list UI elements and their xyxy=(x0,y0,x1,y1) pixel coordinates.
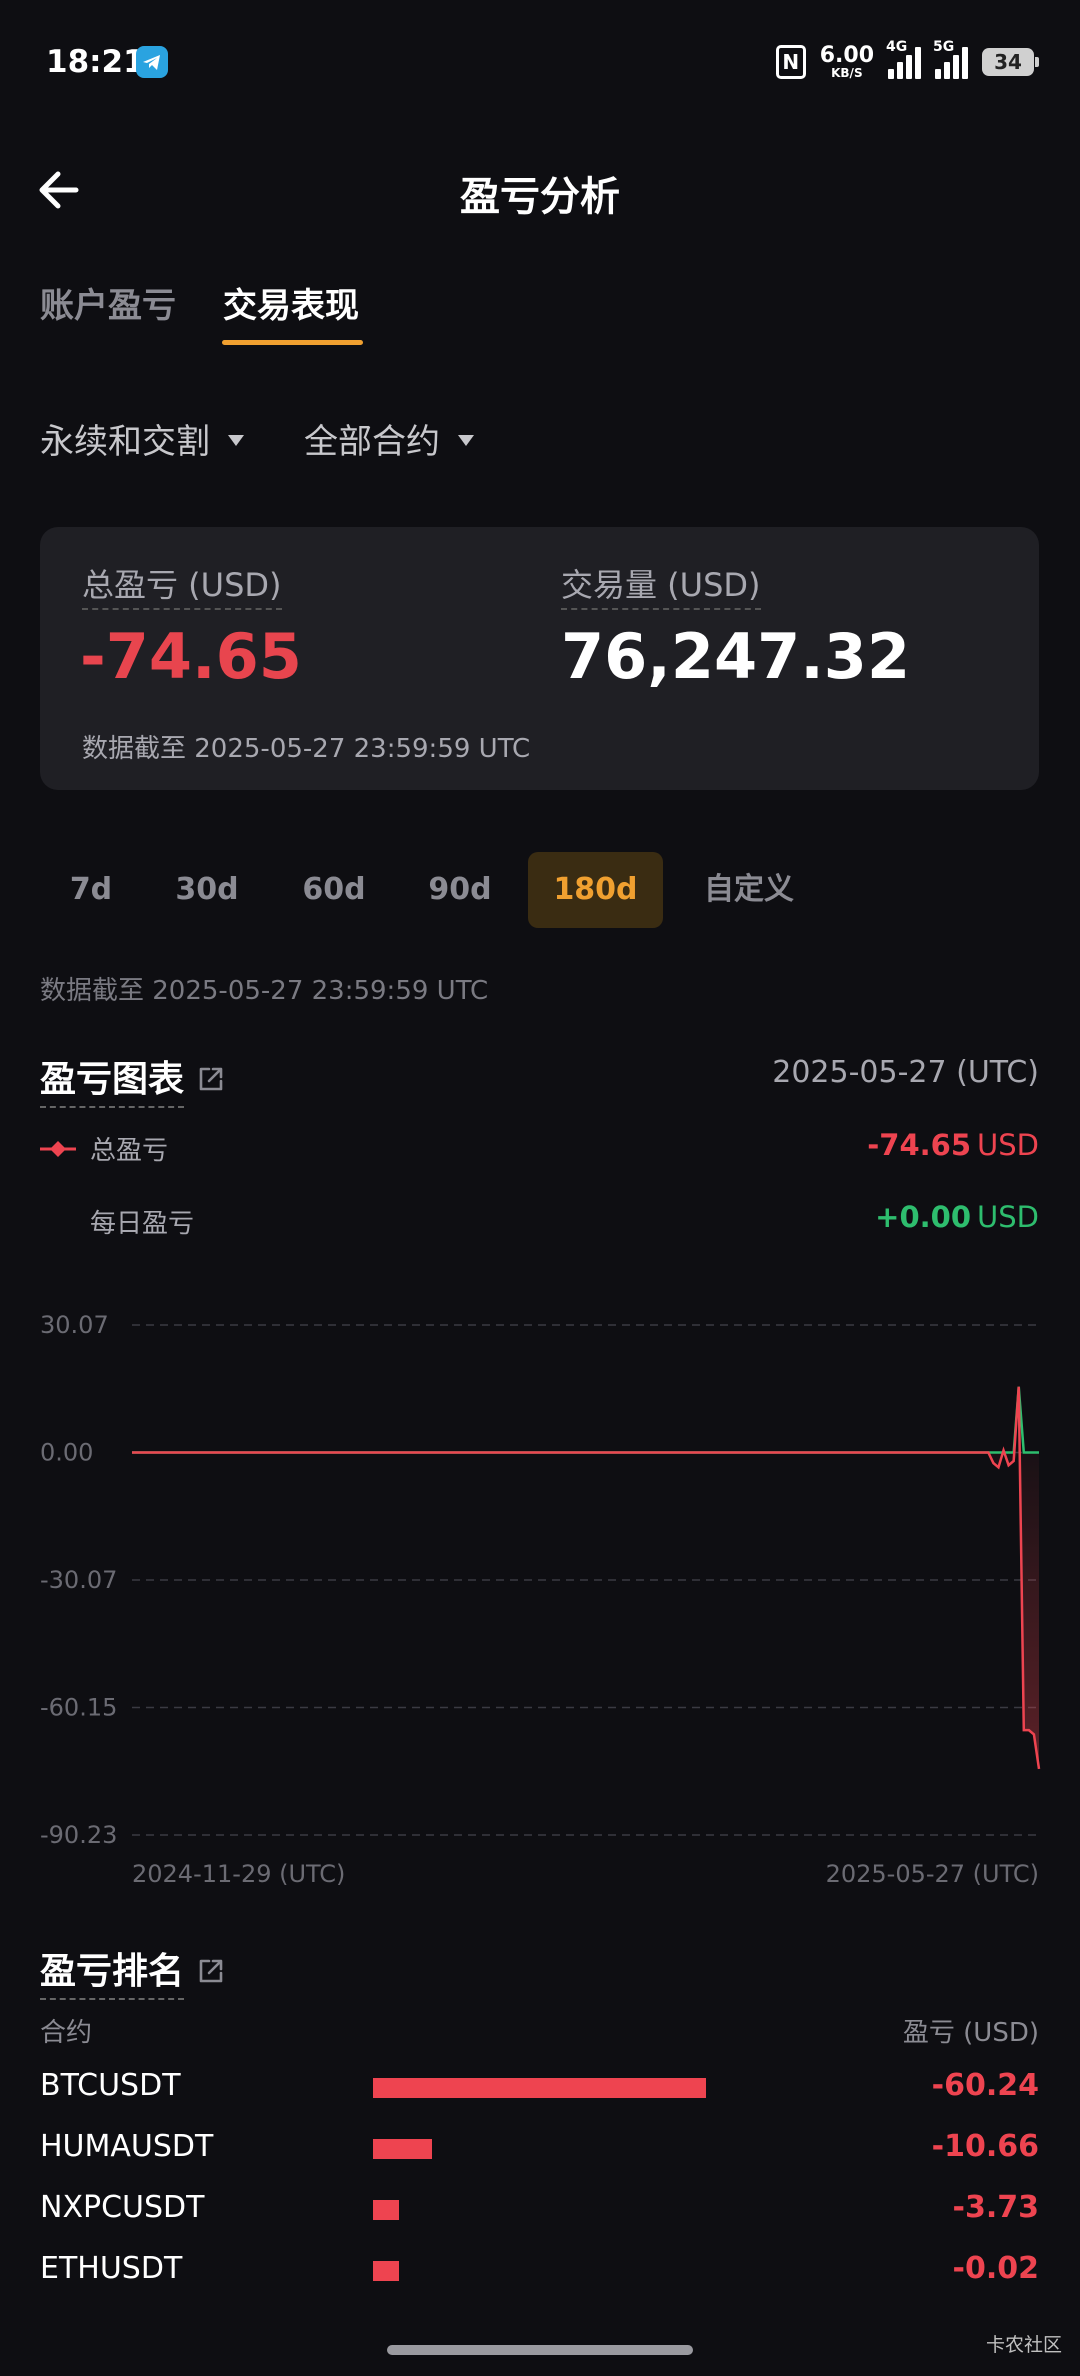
ranking-row-contract[interactable]: ETHUSDT xyxy=(40,2251,182,2286)
tab-trading-performance[interactable]: 交易表现 xyxy=(223,278,359,327)
y-tick-label: -90.23 xyxy=(40,1821,117,1849)
network-speed: 6.00 KB/S xyxy=(819,43,874,80)
ranking-row-contract[interactable]: NXPCUSDT xyxy=(40,2190,204,2225)
x-axis-end-label: 2025-05-27 (UTC) xyxy=(826,1860,1039,1888)
legend-total-pnl: 总盈亏 xyxy=(40,1130,168,1167)
signal-4g-label: 4G xyxy=(886,39,908,55)
legend-daily-pnl-unit: USD xyxy=(977,1200,1039,1234)
filter-product-type-label: 永续和交割 xyxy=(40,422,210,462)
ranking-row-bar xyxy=(373,2261,399,2281)
tab-account-pnl[interactable]: 账户盈亏 xyxy=(40,278,176,327)
ranking-row-value: -0.02 xyxy=(952,2251,1039,2286)
y-tick-label: 30.07 xyxy=(40,1311,109,1339)
telegram-icon xyxy=(136,46,168,78)
period-30d[interactable]: 30d xyxy=(162,852,252,928)
network-speed-value: 6.00 xyxy=(819,43,874,68)
legend-total-pnl-value: -74.65 USD xyxy=(867,1128,1039,1162)
caret-down-icon xyxy=(458,435,474,446)
legend-total-pnl-number: -74.65 xyxy=(867,1128,972,1162)
filter-product-type[interactable]: 永续和交割 xyxy=(40,414,244,463)
external-link-icon[interactable] xyxy=(196,1064,226,1094)
total-pnl-area xyxy=(132,1452,1039,1769)
period-90d[interactable]: 90d xyxy=(414,852,506,928)
ranking-title[interactable]: 盈亏排名 xyxy=(40,1942,185,2000)
y-tick-label: 0.00 xyxy=(40,1438,93,1466)
ranking-row-value: -60.24 xyxy=(931,2068,1039,2103)
legend-daily-pnl-number: +0.00 xyxy=(875,1200,972,1234)
battery-icon: 34 xyxy=(982,48,1039,76)
external-link-icon[interactable] xyxy=(196,1956,226,1986)
y-tick-label: -60.15 xyxy=(40,1693,117,1721)
ranking-row-bar xyxy=(373,2078,706,2098)
network-speed-unit: KB/S xyxy=(831,66,863,80)
filter-contract[interactable]: 全部合约 xyxy=(304,414,474,463)
legend-total-pnl-label: 总盈亏 xyxy=(90,1136,169,1166)
chart-date: 2025-05-27 (UTC) xyxy=(772,1055,1039,1090)
legend-daily-pnl-value: +0.00 USD xyxy=(875,1200,1039,1234)
pnl-chart-title[interactable]: 盈亏图表 xyxy=(40,1050,185,1108)
status-time: 18:21 xyxy=(46,44,145,80)
period-60d[interactable]: 60d xyxy=(288,852,380,928)
ranking-row-bar xyxy=(373,2200,399,2220)
ranking-row-value: -10.66 xyxy=(931,2129,1039,2164)
signal-5g-label: 5G xyxy=(933,39,955,55)
ranking-row-contract[interactable]: BTCUSDT xyxy=(40,2068,181,2103)
watermark: 卡农社区 xyxy=(985,2334,1062,2356)
tab-active-indicator xyxy=(222,340,363,345)
period-custom[interactable]: 自定义 xyxy=(690,852,808,928)
home-indicator[interactable] xyxy=(387,2345,693,2355)
ranking-row-value: -3.73 xyxy=(952,2190,1039,2225)
total-pnl-label[interactable]: 总盈亏 (USD) xyxy=(82,560,282,610)
period-data-note: 数据截至 2025-05-27 23:59:59 UTC xyxy=(40,976,489,1006)
pnl-chart-header: 盈亏图表 xyxy=(40,1050,226,1108)
x-axis-start-label: 2024-11-29 (UTC) xyxy=(132,1860,345,1888)
ranking-header: 盈亏排名 xyxy=(40,1942,226,2000)
pnl-line-chart[interactable]: 30.07 0.00 -30.07 -60.15 -90.23 2024-11-29 (… xyxy=(0,1300,1080,1900)
total-pnl-value: -74.65 xyxy=(80,620,302,693)
summary-data-note: 数据截至 2025-05-27 23:59:59 UTC xyxy=(82,734,531,764)
volume-label[interactable]: 交易量 (USD) xyxy=(561,560,761,610)
status-icons: N 6.00 KB/S 4G 5G 34 xyxy=(775,39,1039,84)
volume-value: 76,247.32 xyxy=(561,620,911,693)
daily-pnl-line xyxy=(132,1386,1039,1454)
period-7d[interactable]: 7d xyxy=(51,852,131,928)
period-180d[interactable]: 180d xyxy=(528,852,663,928)
signal-icon: 5G xyxy=(933,39,968,79)
diamond-line-icon xyxy=(40,1140,76,1157)
signal-icon: 4G xyxy=(886,39,921,79)
nfc-icon: N xyxy=(775,45,806,79)
ranking-col-pnl: 盈亏 (USD) xyxy=(902,2018,1039,2048)
legend-total-pnl-unit: USD xyxy=(977,1128,1039,1162)
ranking-row-bar xyxy=(373,2139,432,2159)
legend-daily-pnl-label: 每日盈亏 xyxy=(90,1209,195,1239)
filter-contract-label: 全部合约 xyxy=(304,422,440,462)
caret-down-icon xyxy=(228,435,244,446)
ranking-row-contract[interactable]: HUMAUSDT xyxy=(40,2129,213,2164)
ranking-col-contract: 合约 xyxy=(40,2018,93,2048)
total-pnl-line xyxy=(132,1386,1041,1770)
page-title: 盈亏分析 xyxy=(460,174,620,220)
y-tick-label: -30.07 xyxy=(40,1566,117,1594)
